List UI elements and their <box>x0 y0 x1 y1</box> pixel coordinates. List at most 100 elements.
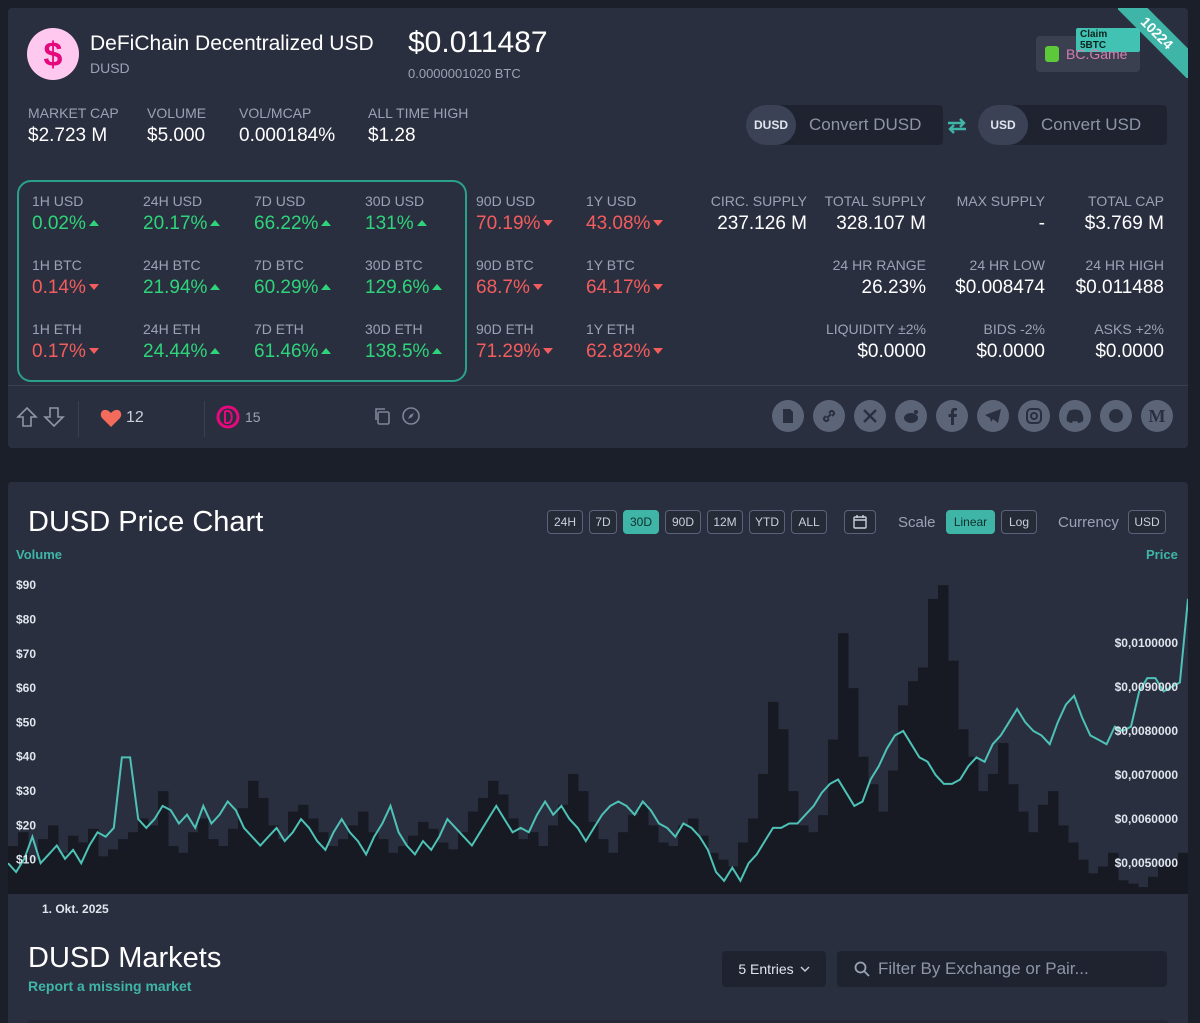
facebook-icon[interactable] <box>936 400 968 432</box>
price-axis-title: Price <box>1146 547 1178 562</box>
change-value: 24.44% <box>143 341 220 363</box>
change-label: 1Y BTC <box>586 257 635 273</box>
volume-bar <box>468 811 479 894</box>
scale-label: Scale <box>898 514 936 531</box>
change-label: 30D BTC <box>365 257 423 273</box>
compass-icon[interactable] <box>401 406 421 431</box>
volume-bar <box>788 791 799 894</box>
range-button-24h[interactable]: 24H <box>547 510 583 534</box>
change-cell: 30D ETH 138.5% <box>365 321 442 363</box>
range-button-7d[interactable]: 7D <box>589 510 617 534</box>
heart-icon[interactable] <box>100 409 122 433</box>
volume-bar <box>238 808 249 894</box>
upvote-icon[interactable] <box>16 406 38 433</box>
volume-bar <box>1138 887 1149 894</box>
stat-value: $2.723 M <box>28 125 108 146</box>
coin-price-btc: 0.0000001020 BTC <box>408 66 521 81</box>
bcgame-ad[interactable]: Claim 5BTC BC.Game <box>1036 28 1140 72</box>
volume-bar <box>1098 866 1109 894</box>
supply-value: - <box>1038 213 1045 234</box>
volume-tick-label: $90 <box>16 578 36 592</box>
scale-log-button[interactable]: Log <box>1001 510 1037 534</box>
change-cell: 90D BTC 68.7% <box>476 257 543 299</box>
volume-bar <box>148 825 159 894</box>
change-label: 1H USD <box>32 193 84 209</box>
telegram-icon[interactable] <box>977 400 1009 432</box>
volume-tick-label: $20 <box>16 818 36 832</box>
volume-bar <box>298 804 309 894</box>
stat-label: VOLUME <box>147 105 207 121</box>
report-missing-market-link[interactable]: Report a missing market <box>28 978 191 994</box>
range-button-30d[interactable]: 30D <box>623 510 659 534</box>
scale-linear-button[interactable]: Linear <box>946 510 995 534</box>
whitepaper-icon[interactable] <box>772 400 804 432</box>
github-icon[interactable] <box>1100 400 1132 432</box>
convert-usd-field[interactable]: USD Convert USD <box>978 105 1167 145</box>
calendar-icon[interactable] <box>844 510 876 534</box>
supply-label: 24 HR RANGE <box>832 257 926 273</box>
change-value: 20.17% <box>143 213 220 235</box>
change-value: 138.5% <box>365 341 442 363</box>
volume-bar <box>618 832 629 894</box>
range-button-12m[interactable]: 12M <box>707 510 743 534</box>
x-twitter-icon[interactable] <box>854 400 886 432</box>
change-label: 24H ETH <box>143 321 201 337</box>
swap-icon[interactable] <box>946 116 968 141</box>
currency-button[interactable]: USD <box>1128 510 1166 534</box>
coin-name: DeFiChain Decentralized USD <box>90 32 374 55</box>
change-cell: 30D BTC 129.6% <box>365 257 442 299</box>
range-button-ytd[interactable]: YTD <box>749 510 785 534</box>
copy-icon[interactable] <box>372 406 392 431</box>
volume-bar <box>378 839 389 894</box>
instagram-icon[interactable] <box>1018 400 1050 432</box>
reddit-icon[interactable] <box>895 400 927 432</box>
price-tick-label: $0,0080000 <box>1115 724 1179 738</box>
range-button-90d[interactable]: 90D <box>665 510 701 534</box>
volume-tick-label: $60 <box>16 681 36 695</box>
divider <box>8 385 1188 386</box>
medium-icon[interactable]: M <box>1141 400 1173 432</box>
volume-bar <box>818 815 829 894</box>
volume-bar <box>398 846 409 894</box>
price-tick-label: $0,0060000 <box>1115 812 1179 826</box>
stat-label: ALL TIME HIGH <box>368 105 469 121</box>
downvote-icon[interactable] <box>43 406 65 433</box>
supply-cell: TOTAL CAP $3.769 M <box>1085 193 1164 235</box>
volume-bar <box>638 804 649 894</box>
volume-bar <box>1058 825 1069 894</box>
range-button-all[interactable]: ALL <box>791 510 827 534</box>
convert-dusd-field[interactable]: DUSD Convert DUSD <box>746 105 943 145</box>
volume-bar <box>758 773 769 894</box>
link-icon[interactable] <box>813 400 845 432</box>
volume-bar <box>878 811 889 894</box>
volume-bar <box>608 852 619 894</box>
volume-tick-label: $40 <box>16 750 36 764</box>
change-value: 0.17% <box>32 341 99 363</box>
volume-bar <box>198 818 209 894</box>
volume-bar <box>98 856 109 894</box>
change-label: 1H ETH <box>32 321 82 337</box>
price-tick-label: $0,0090000 <box>1115 680 1179 694</box>
volume-bar <box>1128 883 1139 894</box>
volume-bar <box>188 832 199 894</box>
supply-value: 237.126 M <box>717 213 807 234</box>
volume-bar <box>168 846 179 894</box>
volume-bar <box>1148 876 1159 894</box>
discord-icon[interactable] <box>1059 400 1091 432</box>
change-cell: 30D USD 131% <box>365 193 427 235</box>
entries-select[interactable]: 5 Entries <box>722 951 826 987</box>
volume-bar <box>628 815 639 894</box>
price-chart[interactable]: $90 $80 $70 $60 $50 $40 $30 $20 $10 $0,0100000 $0… <box>8 562 1188 902</box>
supply-cell: MAX SUPPLY - <box>957 193 1045 235</box>
volume-bar <box>428 828 439 894</box>
change-cell: 1Y ETH 62.82% <box>586 321 663 363</box>
volume-bar <box>588 821 599 894</box>
volume-tick-label: $30 <box>16 784 36 798</box>
volume-bar <box>318 832 329 894</box>
market-filter-input[interactable]: Filter By Exchange or Pair... <box>837 951 1167 987</box>
change-cell: 24H BTC 21.94% <box>143 257 220 299</box>
change-cell: 1Y BTC 64.17% <box>586 257 663 299</box>
supply-cell: BIDS -2% $0.0000 <box>976 321 1045 363</box>
change-cell: 90D USD 70.19% <box>476 193 553 235</box>
change-value: 0.14% <box>32 277 99 299</box>
